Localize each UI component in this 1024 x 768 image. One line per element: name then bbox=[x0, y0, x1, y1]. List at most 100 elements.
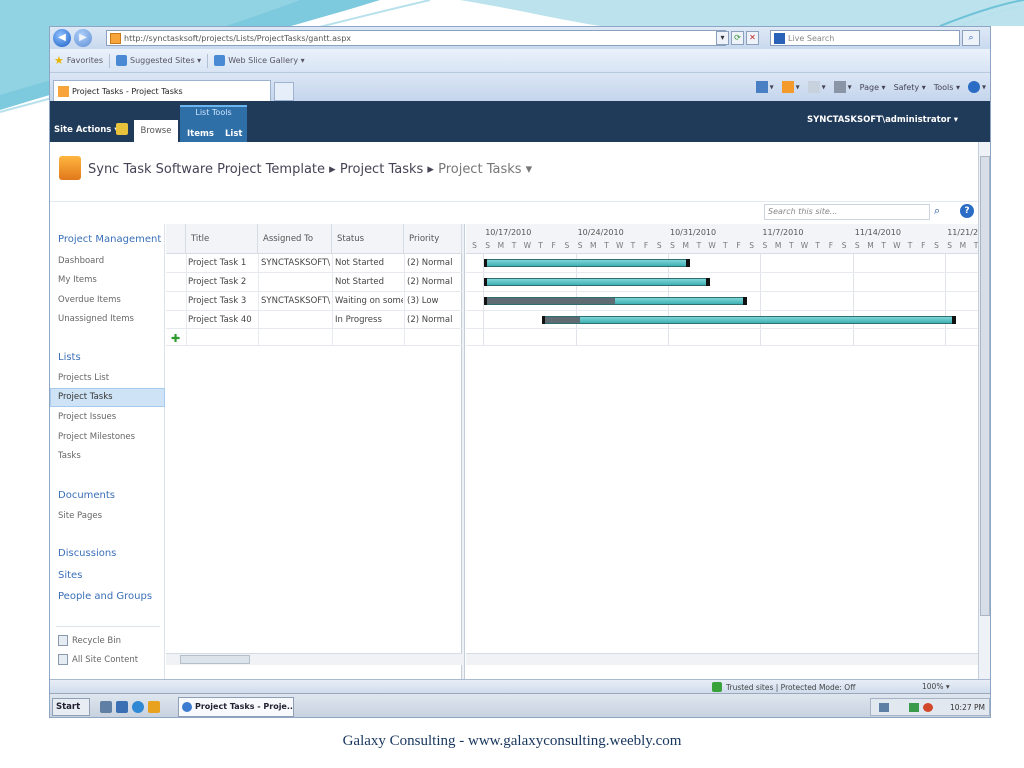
user-menu[interactable]: SYNCTASKSOFT\administrator ▾ bbox=[807, 115, 958, 125]
nav-sites[interactable]: Sites bbox=[58, 570, 82, 581]
title-area: Sync Task Software Project Template ▸ Pr… bbox=[50, 142, 978, 202]
tools-menu[interactable]: Tools ▾ bbox=[934, 83, 960, 92]
web-slice-gallery-link[interactable]: Web Slice Gallery ▾ bbox=[228, 56, 304, 65]
nav-unassigned-items[interactable]: Unassigned Items bbox=[58, 314, 134, 324]
page-menu[interactable]: Page ▾ bbox=[860, 83, 886, 92]
cell-title[interactable]: Project Task 40 bbox=[188, 315, 256, 325]
nav-overdue-items[interactable]: Overdue Items bbox=[58, 295, 121, 305]
nav-tasks[interactable]: Tasks bbox=[58, 451, 81, 461]
grid-horizontal-scrollbar[interactable] bbox=[166, 653, 462, 665]
new-tab-button[interactable] bbox=[274, 82, 294, 101]
site-actions-menu[interactable]: Site Actions ▾ bbox=[54, 125, 119, 135]
tab-items[interactable]: Items bbox=[187, 129, 214, 139]
cell-priority[interactable]: (2) Normal bbox=[407, 277, 462, 287]
gantt-horizontal-scrollbar[interactable] bbox=[466, 653, 978, 665]
live-search-field[interactable]: Live Search bbox=[770, 30, 960, 46]
nav-all-site-content[interactable]: All Site Content bbox=[72, 655, 138, 665]
gantt-bar[interactable] bbox=[541, 316, 957, 324]
tab-browse[interactable]: Browse bbox=[134, 120, 178, 142]
safety-menu[interactable]: Safety ▾ bbox=[894, 83, 926, 92]
grid-select-header[interactable] bbox=[166, 224, 186, 254]
security-zone[interactable]: Trusted sites | Protected Mode: Off bbox=[712, 682, 855, 692]
scroll-thumb[interactable] bbox=[180, 655, 250, 664]
nav-project-issues[interactable]: Project Issues bbox=[58, 412, 116, 422]
suggested-sites-icon bbox=[116, 55, 128, 66]
cell-status[interactable]: Waiting on some bbox=[335, 296, 403, 306]
nav-project-milestones[interactable]: Project Milestones bbox=[58, 432, 135, 442]
page-vertical-scrollbar[interactable] bbox=[978, 142, 990, 679]
site-search-input[interactable]: Search this site... bbox=[764, 204, 930, 220]
tab-favicon bbox=[58, 85, 69, 97]
feeds-icon[interactable]: ▾ bbox=[781, 81, 800, 93]
nav-project-tasks[interactable]: Project Tasks bbox=[58, 392, 113, 402]
zoom-level[interactable]: 100% ▾ bbox=[922, 682, 950, 691]
tab-list[interactable]: List bbox=[225, 129, 242, 139]
nav-my-items[interactable]: My Items bbox=[58, 275, 97, 285]
add-new-item-icon[interactable]: ✚ bbox=[171, 332, 180, 345]
navigate-up-icon[interactable] bbox=[116, 123, 128, 135]
nav-dashboard[interactable]: Dashboard bbox=[58, 256, 104, 266]
grid-header-status[interactable]: Status bbox=[332, 224, 404, 254]
nav-recycle-bin[interactable]: Recycle Bin bbox=[72, 636, 121, 646]
browser-tab[interactable]: Project Tasks - Project Tasks bbox=[53, 80, 271, 101]
cell-priority[interactable]: (2) Normal bbox=[407, 315, 462, 325]
cell-title[interactable]: Project Task 2 bbox=[188, 277, 256, 287]
cell-title[interactable]: Project Task 3 bbox=[188, 296, 256, 306]
cell-assigned-to[interactable]: SYNCTASKSOFT\ bbox=[261, 258, 331, 268]
refresh-icon[interactable]: ⟳ bbox=[731, 31, 744, 45]
site-logo-icon[interactable] bbox=[59, 156, 81, 180]
stop-icon[interactable]: ✕ bbox=[746, 31, 759, 45]
ie-icon[interactable] bbox=[132, 701, 144, 713]
nav-people-and-groups[interactable]: People and Groups bbox=[58, 591, 152, 602]
show-desktop-icon[interactable] bbox=[100, 701, 112, 713]
outlook-icon[interactable] bbox=[148, 701, 160, 713]
gantt-bar[interactable] bbox=[483, 278, 710, 286]
cell-status[interactable]: Not Started bbox=[335, 258, 403, 268]
nav-projects-list[interactable]: Projects List bbox=[58, 373, 109, 383]
search-go-icon[interactable]: ⌕ bbox=[962, 30, 980, 46]
cell-priority[interactable]: (3) Low bbox=[407, 296, 462, 306]
security-icon[interactable] bbox=[923, 703, 933, 712]
explorer-icon[interactable] bbox=[116, 701, 128, 713]
nav-lists[interactable]: Lists bbox=[58, 352, 81, 363]
breadcrumb-site[interactable]: Sync Task Software Project Template bbox=[88, 162, 325, 177]
favorites-button[interactable]: Favorites bbox=[67, 56, 103, 65]
grid-gantt-splitter[interactable] bbox=[462, 224, 465, 679]
help-menu-icon[interactable]: ▾ bbox=[967, 81, 986, 93]
taskbar-window-button[interactable]: Project Tasks - Proje... bbox=[178, 697, 294, 717]
suggested-sites-link[interactable]: Suggested Sites ▾ bbox=[130, 56, 201, 65]
breadcrumb-list[interactable]: Project Tasks bbox=[340, 162, 423, 177]
volume-icon[interactable] bbox=[909, 703, 919, 712]
back-button[interactable]: ◀ bbox=[53, 29, 71, 47]
grid-header-assigned-to[interactable]: Assigned To bbox=[258, 224, 332, 254]
cell-assigned-to[interactable]: SYNCTASKSOFT\ bbox=[261, 296, 331, 306]
cell-status[interactable]: In Progress bbox=[335, 315, 403, 325]
nav-project-management[interactable]: Project Management bbox=[58, 234, 161, 245]
clock[interactable]: 10:27 PM bbox=[950, 703, 985, 712]
start-button[interactable]: Start bbox=[52, 698, 90, 716]
print-icon[interactable]: ▾ bbox=[833, 81, 852, 93]
network-icon[interactable] bbox=[879, 703, 889, 712]
breadcrumb-view[interactable]: Project Tasks ▾ bbox=[438, 162, 532, 177]
url-field[interactable]: http://synctasksoft/projects/Lists/Proje… bbox=[106, 30, 726, 46]
mail-icon[interactable]: ▾ bbox=[807, 81, 826, 93]
grid-header-title[interactable]: Title bbox=[186, 224, 258, 254]
nav-documents[interactable]: Documents bbox=[58, 490, 115, 501]
search-icon[interactable]: ⌕ bbox=[934, 204, 940, 218]
nav-discussions[interactable]: Discussions bbox=[58, 548, 116, 559]
breadcrumb-separator: ▸ bbox=[325, 162, 340, 177]
cell-title[interactable]: Project Task 1 bbox=[188, 258, 256, 268]
gantt-day-label: M bbox=[959, 241, 967, 250]
grid-header-priority[interactable]: Priority bbox=[404, 224, 462, 254]
cell-status[interactable]: Not Started bbox=[335, 277, 403, 287]
gantt-bar[interactable] bbox=[483, 259, 690, 267]
scroll-thumb[interactable] bbox=[980, 156, 990, 616]
home-icon[interactable]: ▾ bbox=[755, 81, 774, 93]
forward-button[interactable]: ▶ bbox=[74, 29, 92, 47]
dropdown-icon[interactable]: ▾ bbox=[716, 31, 729, 45]
cell-priority[interactable]: (2) Normal bbox=[407, 258, 462, 268]
gantt-bar[interactable] bbox=[483, 297, 747, 305]
nav-site-pages[interactable]: Site Pages bbox=[58, 511, 102, 521]
help-icon[interactable]: ? bbox=[960, 204, 974, 218]
url-text: http://synctasksoft/projects/Lists/Proje… bbox=[124, 33, 352, 43]
